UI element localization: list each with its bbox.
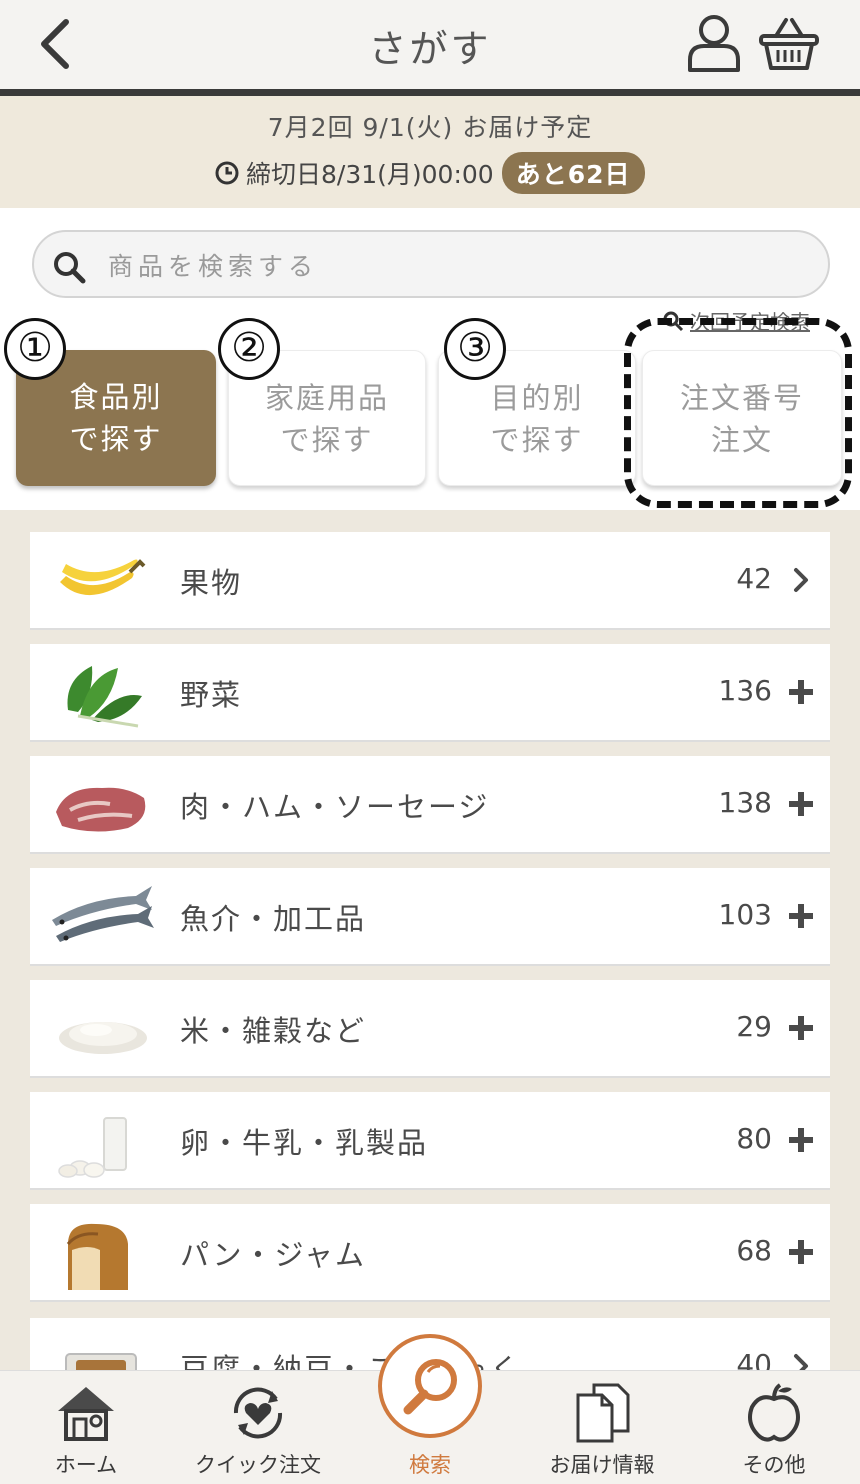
category-count: 103 <box>718 898 772 931</box>
plus-icon <box>789 904 813 928</box>
category-row-rice[interactable]: 米・雑穀など 29 <box>30 980 830 1078</box>
tab-label: 目的別 <box>490 381 584 415</box>
annotation-marker-2: ② <box>218 318 280 380</box>
tab-label: 家庭用品 <box>264 381 389 415</box>
delivery-schedule: 7月2回 9/1(火) お届け予定 <box>267 113 593 142</box>
search-placeholder: 商品を検索する <box>108 252 319 281</box>
category-count: 136 <box>718 674 772 707</box>
remaining-days-badge: あと62日 <box>501 152 645 194</box>
header-divider <box>0 89 860 96</box>
annotation-marker-1: ① <box>4 318 66 380</box>
nav-label: 検索 <box>409 1453 451 1477</box>
rice-icon <box>59 1022 147 1054</box>
category-row-vegetables[interactable]: 野菜 136 <box>30 644 830 742</box>
nav-home[interactable]: ホーム <box>0 1371 172 1484</box>
nav-label: クイック注文 <box>195 1453 321 1477</box>
plus-icon <box>789 1128 813 1152</box>
category-label: 米・雑穀など <box>180 1014 367 1048</box>
plus-icon <box>789 1240 813 1264</box>
category-label: 卵・牛乳・乳製品 <box>180 1126 429 1160</box>
plus-icon <box>789 680 813 704</box>
category-row-dairy[interactable]: 卵・牛乳・乳製品 80 <box>30 1092 830 1190</box>
category-row-fruit[interactable]: 果物 42 <box>30 532 830 630</box>
delivery-notice: 7月2回 9/1(火) お届け予定 締切日8/31(月)00:00 あと62日 <box>0 96 860 208</box>
category-row-meat[interactable]: 肉・ハム・ソーセージ 138 <box>30 756 830 854</box>
nav-label: ホーム <box>54 1453 118 1477</box>
search-icon <box>403 1359 457 1415</box>
chevron-right-icon <box>794 568 808 592</box>
deadline-text: 締切日8/31(月)00:00 <box>246 160 494 189</box>
category-row-bread[interactable]: パン・ジャム 68 <box>30 1204 830 1302</box>
search-icon <box>54 252 86 284</box>
category-count: 138 <box>718 786 772 819</box>
egg-milk-icon <box>58 1117 127 1178</box>
category-row-seafood[interactable]: 魚介・加工品 103 <box>30 868 830 966</box>
category-label: 肉・ハム・ソーセージ <box>180 790 490 824</box>
user-icon[interactable] <box>684 12 744 74</box>
category-count: 29 <box>736 1010 772 1043</box>
apple-icon <box>748 1383 800 1442</box>
app-header: さがす <box>0 0 860 90</box>
category-label: 魚介・加工品 <box>180 902 367 936</box>
tab-label: で探す <box>280 423 374 457</box>
nav-quick-order[interactable]: クイック注文 <box>172 1371 344 1484</box>
heart-refresh-icon <box>233 1387 283 1439</box>
annotation-marker-3: ③ <box>444 318 506 380</box>
category-label: パン・ジャム <box>180 1238 367 1272</box>
spinach-icon <box>67 666 142 728</box>
fish-icon <box>52 886 154 942</box>
category-label: 野菜 <box>180 678 243 712</box>
nav-delivery-info[interactable]: お届け情報 <box>516 1371 688 1484</box>
nav-label: お届け情報 <box>549 1453 655 1477</box>
nav-other[interactable]: その他 <box>688 1371 860 1484</box>
meat-icon <box>56 787 146 832</box>
tab-label: で探す <box>490 423 584 457</box>
bread-icon <box>66 1223 128 1290</box>
tab-label: で探す <box>69 422 163 456</box>
basket-icon[interactable] <box>758 16 820 72</box>
category-count: 42 <box>736 562 772 595</box>
deadline-line: 締切日8/31(月)00:00 あと62日 <box>214 152 645 194</box>
banana-icon <box>60 559 146 596</box>
clock-icon <box>215 161 239 185</box>
documents-icon <box>576 1383 630 1443</box>
home-icon <box>58 1387 114 1441</box>
search-fab-button[interactable] <box>378 1334 482 1438</box>
search-input[interactable]: 商品を検索する <box>32 230 830 298</box>
plus-icon <box>789 792 813 816</box>
plus-icon <box>789 1016 813 1040</box>
tab-label: 食品別 <box>69 380 163 414</box>
category-label: 果物 <box>180 566 243 600</box>
category-count: 68 <box>736 1234 772 1267</box>
nav-label: その他 <box>742 1453 806 1477</box>
category-count: 80 <box>736 1122 772 1155</box>
annotation-dashed-highlight <box>624 318 852 508</box>
